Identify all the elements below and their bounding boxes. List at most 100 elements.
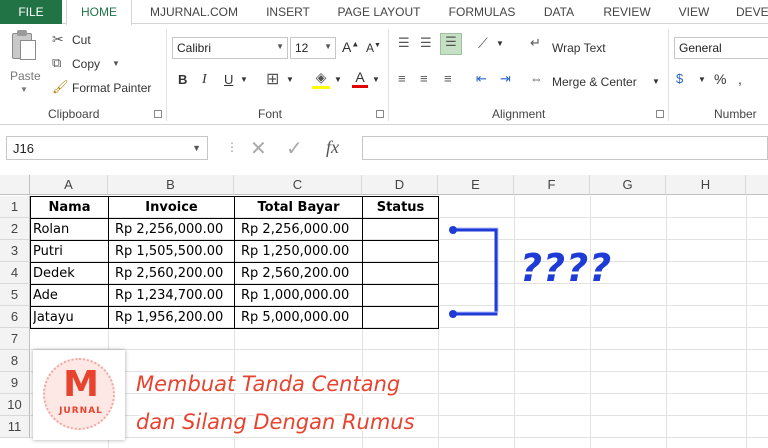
cancel-icon[interactable]: ✕ bbox=[250, 136, 267, 161]
cut-button[interactable]: Cut bbox=[72, 33, 91, 47]
orientation-icon[interactable]: ⟋ bbox=[478, 35, 488, 52]
cut-icon[interactable]: ✂ bbox=[52, 31, 64, 48]
name-box[interactable]: J16 ▼ bbox=[6, 136, 208, 160]
font-color-icon[interactable]: A bbox=[352, 69, 368, 88]
font-launcher-icon[interactable] bbox=[376, 110, 384, 118]
underline-dropdown-icon[interactable]: ▼ bbox=[240, 75, 248, 84]
table-cell-status[interactable] bbox=[365, 241, 437, 263]
format-painter-button[interactable]: Format Painter bbox=[72, 81, 151, 95]
align-left-icon[interactable]: ≡ bbox=[398, 71, 406, 86]
wrap-text-button[interactable]: Wrap Text bbox=[552, 41, 606, 55]
column-header[interactable]: F bbox=[514, 175, 590, 195]
increase-indent-icon[interactable]: ⇥ bbox=[500, 71, 511, 87]
font-name-select[interactable]: Calibri ▼ bbox=[172, 37, 288, 59]
table-cell-total-bayar[interactable]: Rp 1,000,000.00 bbox=[241, 285, 361, 307]
number-format-select[interactable]: General bbox=[674, 37, 768, 59]
decrease-indent-icon[interactable]: ⇤ bbox=[476, 71, 487, 87]
percent-button[interactable]: % bbox=[714, 71, 726, 87]
paste-icon[interactable] bbox=[10, 30, 38, 62]
paste-dropdown-icon[interactable]: ▼ bbox=[20, 85, 28, 94]
borders-dropdown-icon[interactable]: ▼ bbox=[286, 75, 294, 84]
header-cell-status[interactable]: Status bbox=[363, 197, 438, 219]
merge-center-icon[interactable]: ⇔ bbox=[530, 71, 543, 86]
comma-style-icon[interactable]: , bbox=[738, 71, 742, 87]
copy-button[interactable]: Copy bbox=[72, 57, 100, 71]
table-cell-total-bayar[interactable]: Rp 5,000,000.00 bbox=[241, 307, 361, 329]
table-cell-status[interactable] bbox=[365, 219, 437, 241]
merge-center-button[interactable]: Merge & Center bbox=[552, 75, 637, 89]
table-cell-total-bayar[interactable]: Rp 2,256,000.00 bbox=[241, 219, 361, 241]
header-cell-total-bayar[interactable]: Total Bayar bbox=[235, 197, 362, 219]
fill-color-icon[interactable]: ◈ bbox=[312, 69, 330, 89]
align-center-icon[interactable]: ≡ bbox=[420, 71, 428, 86]
align-bottom-icon[interactable]: ☰ bbox=[440, 33, 462, 55]
tab-review[interactable]: REVIEW bbox=[594, 0, 660, 24]
italic-button[interactable]: I bbox=[202, 72, 207, 88]
column-header[interactable]: C bbox=[234, 175, 362, 195]
table-cell-nama[interactable]: Rolan bbox=[33, 219, 107, 241]
copy-icon[interactable]: ⧉ bbox=[52, 55, 61, 71]
tab-insert[interactable]: INSERT bbox=[258, 0, 318, 24]
row-header[interactable]: 3 bbox=[0, 240, 30, 262]
wrap-text-icon[interactable]: ↵ bbox=[530, 35, 541, 51]
table-cell-nama[interactable]: Putri bbox=[33, 241, 107, 263]
fill-dropdown-icon[interactable]: ▼ bbox=[334, 75, 342, 84]
table-cell-status[interactable] bbox=[365, 285, 437, 307]
align-middle-icon[interactable]: ☰ bbox=[420, 35, 432, 51]
row-header[interactable]: 9 bbox=[0, 372, 30, 394]
column-header-partial[interactable] bbox=[746, 175, 768, 195]
tab-data[interactable]: DATA bbox=[534, 0, 584, 24]
row-header[interactable]: 6 bbox=[0, 306, 30, 328]
row-header[interactable]: 10 bbox=[0, 394, 30, 416]
merge-dropdown-icon[interactable]: ▼ bbox=[652, 77, 660, 86]
accounting-format-icon[interactable]: $ bbox=[676, 71, 683, 86]
row-header[interactable]: 5 bbox=[0, 284, 30, 306]
column-header[interactable]: G bbox=[590, 175, 666, 195]
column-header[interactable]: B bbox=[108, 175, 234, 195]
paste-button[interactable]: Paste bbox=[10, 69, 41, 83]
tab-file[interactable]: FILE bbox=[0, 0, 62, 24]
copy-dropdown-icon[interactable]: ▼ bbox=[112, 59, 120, 68]
formula-input[interactable] bbox=[362, 136, 768, 160]
table-cell-status[interactable] bbox=[365, 263, 437, 285]
column-header[interactable]: H bbox=[666, 175, 746, 195]
borders-icon[interactable]: ⊞ bbox=[266, 69, 279, 89]
row-header[interactable]: 7 bbox=[0, 328, 30, 350]
header-cell-invoice[interactable]: Invoice bbox=[109, 197, 234, 219]
column-header[interactable]: D bbox=[362, 175, 438, 195]
table-cell-invoice[interactable]: Rp 2,560,200.00 bbox=[115, 263, 233, 285]
shrink-font-icon[interactable]: A▼ bbox=[366, 41, 381, 55]
tab-formulas[interactable]: FORMULAS bbox=[440, 0, 524, 24]
accounting-dropdown-icon[interactable]: ▼ bbox=[698, 75, 706, 84]
table-cell-invoice[interactable]: Rp 1,505,500.00 bbox=[115, 241, 233, 263]
grow-font-icon[interactable]: A▲ bbox=[342, 39, 359, 55]
header-cell-nama[interactable]: Nama bbox=[31, 197, 108, 219]
column-header[interactable]: A bbox=[30, 175, 108, 195]
align-top-icon[interactable]: ☰ bbox=[398, 35, 410, 51]
table-cell-status[interactable] bbox=[365, 307, 437, 329]
alignment-launcher-icon[interactable] bbox=[656, 110, 664, 118]
insert-function-button[interactable]: fx bbox=[326, 137, 339, 158]
table-cell-invoice[interactable]: Rp 1,234,700.00 bbox=[115, 285, 233, 307]
font-size-select[interactable]: 12 ▼ bbox=[290, 37, 336, 59]
table-cell-invoice[interactable]: Rp 2,256,000.00 bbox=[115, 219, 233, 241]
column-header[interactable]: E bbox=[438, 175, 514, 195]
table-cell-invoice[interactable]: Rp 1,956,200.00 bbox=[115, 307, 233, 329]
table-cell-total-bayar[interactable]: Rp 2,560,200.00 bbox=[241, 263, 361, 285]
underline-button[interactable]: U bbox=[224, 72, 233, 87]
align-right-icon[interactable]: ≡ bbox=[444, 71, 452, 86]
tab-page-layout[interactable]: PAGE LAYOUT bbox=[330, 0, 428, 24]
row-header[interactable]: 1 bbox=[0, 196, 30, 218]
format-painter-icon[interactable]: 🖌 bbox=[52, 79, 69, 95]
tab-mjurnal[interactable]: MJURNAL.COM bbox=[140, 0, 248, 24]
row-header[interactable]: 4 bbox=[0, 262, 30, 284]
bold-button[interactable]: B bbox=[178, 72, 187, 87]
row-header[interactable]: 8 bbox=[0, 350, 30, 372]
table-cell-nama[interactable]: Jatayu bbox=[33, 307, 107, 329]
orientation-dropdown-icon[interactable]: ▼ bbox=[496, 39, 504, 48]
table-cell-nama[interactable]: Dedek bbox=[33, 263, 107, 285]
select-all-corner[interactable] bbox=[0, 175, 30, 195]
table-cell-total-bayar[interactable]: Rp 1,250,000.00 bbox=[241, 241, 361, 263]
tab-developer[interactable]: DEVE bbox=[728, 0, 768, 24]
font-color-dropdown-icon[interactable]: ▼ bbox=[372, 75, 380, 84]
